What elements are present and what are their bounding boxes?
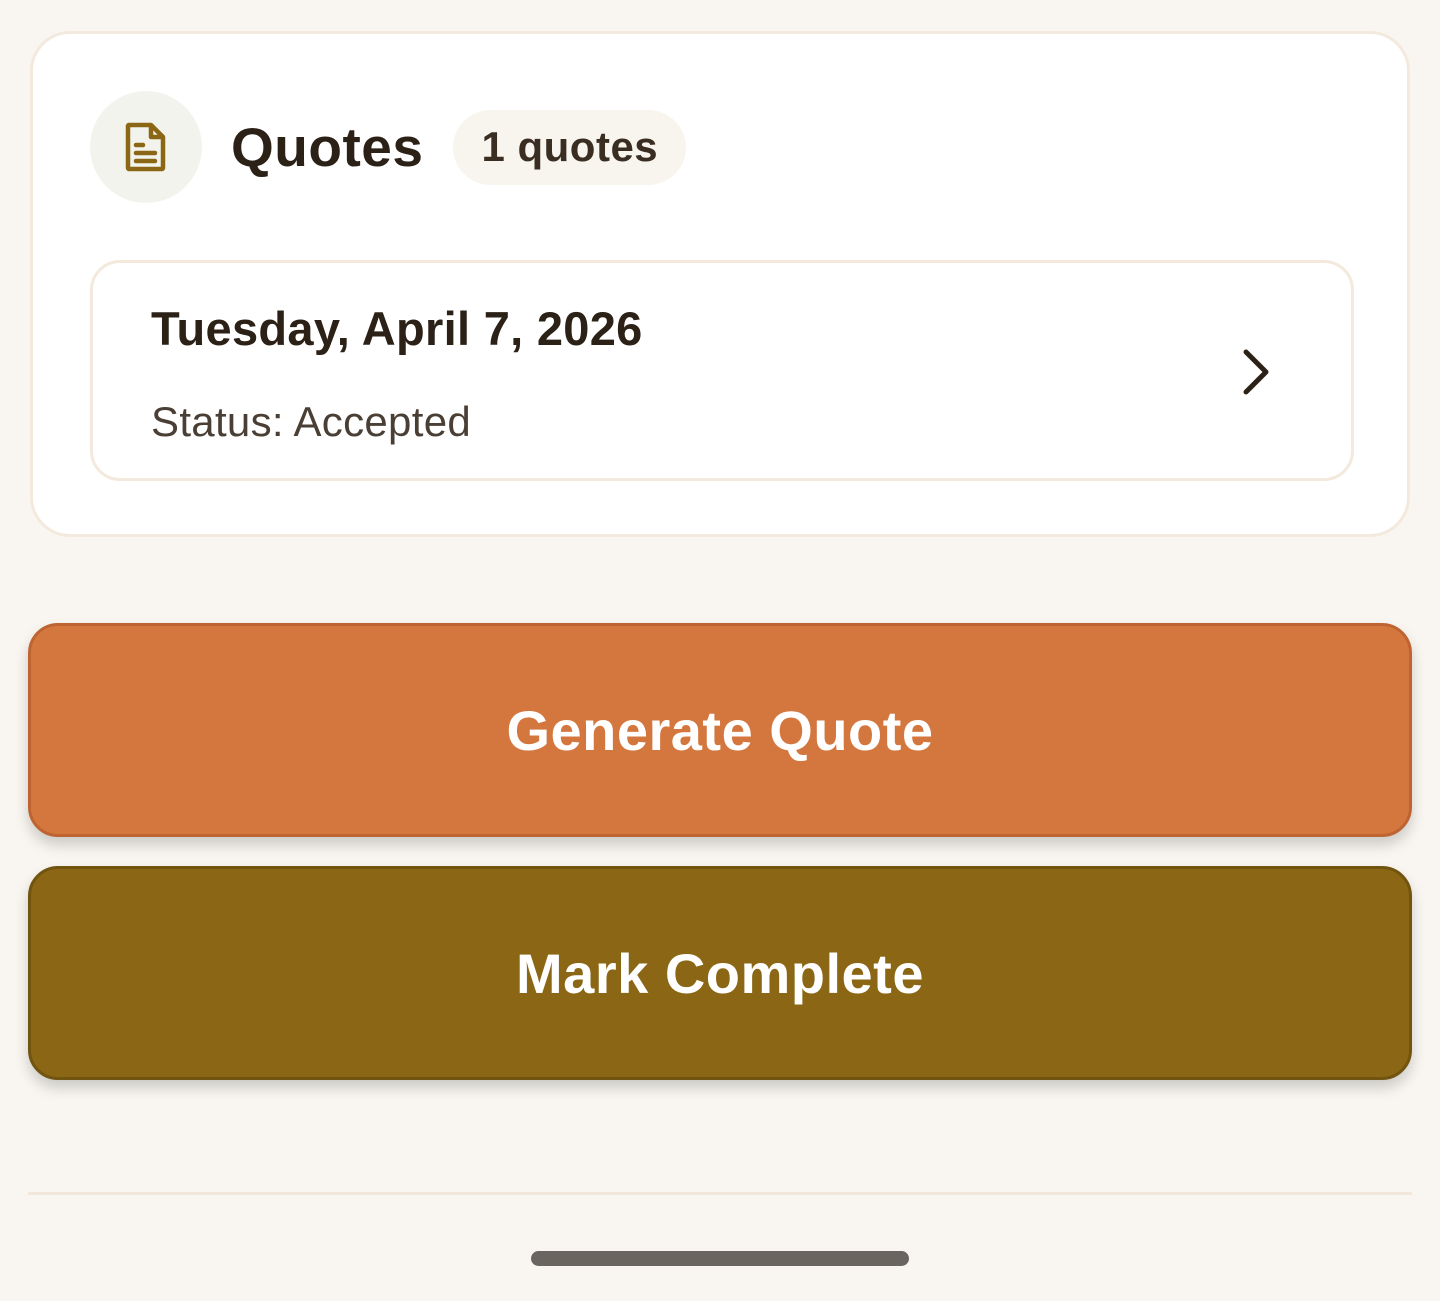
quote-status: Status: Accepted [151, 398, 472, 445]
mark-complete-button[interactable]: Mark Complete [28, 866, 1412, 1080]
quotes-title: Quotes [231, 116, 424, 178]
chevron-right-icon [1243, 349, 1269, 395]
home-indicator[interactable] [531, 1251, 909, 1266]
quotes-header: Quotes 1 quotes [90, 91, 687, 203]
page: Quotes 1 quotes Tuesday, April 7, 2026 S… [0, 0, 1440, 1301]
quotes-card: Quotes 1 quotes Tuesday, April 7, 2026 S… [30, 31, 1410, 537]
document-icon [90, 91, 202, 203]
quote-list-item[interactable]: Tuesday, April 7, 2026 Status: Accepted [90, 260, 1354, 481]
generate-quote-button[interactable]: Generate Quote [28, 623, 1412, 837]
divider [28, 1192, 1412, 1195]
quote-date: Tuesday, April 7, 2026 [151, 302, 643, 355]
quotes-count-badge: 1 quotes [453, 109, 687, 185]
